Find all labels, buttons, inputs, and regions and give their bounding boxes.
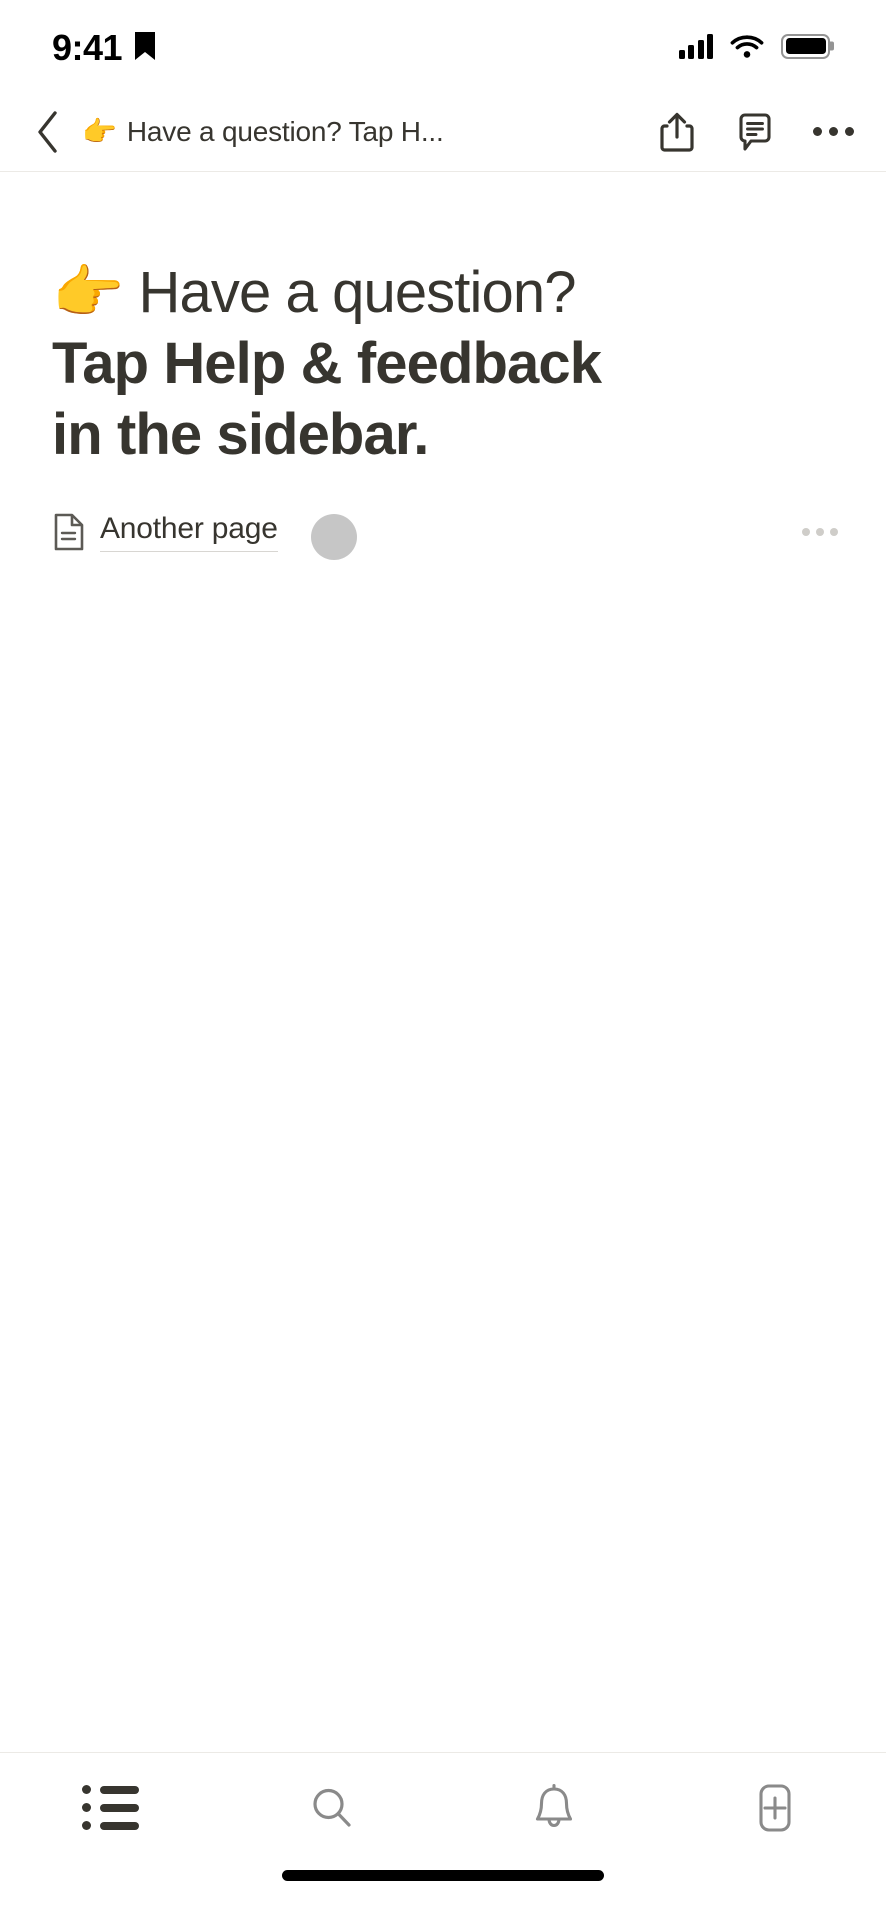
battery-icon: [781, 33, 834, 59]
page-link-label: Another page: [100, 512, 278, 553]
comment-icon: [739, 112, 771, 151]
sidebar-item-home[interactable]: [0, 1753, 222, 1862]
more-options-button[interactable]: [806, 105, 860, 159]
share-button[interactable]: [650, 105, 704, 159]
page-title-emoji-icon: 👉 Have a question?: [52, 260, 576, 325]
tab-bar: [0, 1752, 886, 1862]
notifications-tab[interactable]: [443, 1753, 665, 1862]
home-indicator[interactable]: [282, 1870, 604, 1881]
home-indicator-area: [0, 1862, 886, 1920]
page-title-line-2: Tap Help & feedback: [52, 330, 602, 396]
search-icon: [313, 1788, 351, 1827]
page-content: 👉 Have a question? Tap Help & feedback i…: [0, 172, 886, 1752]
block-more-icon: [802, 528, 810, 537]
page-document-icon: [52, 512, 92, 552]
navigation-bar: 👉 Have a question? Tap H...: [0, 92, 886, 172]
list-item[interactable]: Another page: [52, 506, 838, 558]
new-page-plus-icon: [759, 1783, 791, 1832]
bookmark-icon: [135, 32, 156, 60]
more-options-icon: [812, 127, 854, 136]
nav-actions: [650, 105, 860, 159]
new-page-tab[interactable]: [665, 1753, 886, 1862]
cellular-signal-icon: [678, 33, 713, 59]
comment-button[interactable]: [728, 105, 782, 159]
nav-title-button[interactable]: 👉 Have a question? Tap H...: [82, 116, 636, 148]
phone-screen: 9:41 👉 Have a question? Tap H... 👉 Have …: [0, 0, 886, 1920]
nav-page-title: Have a question? Tap H...: [126, 115, 444, 147]
chevron-left-icon: [38, 110, 57, 153]
list-icon: [82, 1785, 140, 1830]
nav-page-emoji-icon: 👉: [82, 115, 117, 147]
block-more-button[interactable]: [802, 528, 838, 537]
share-icon: [660, 112, 694, 152]
status-bar: 9:41: [0, 0, 886, 92]
status-bar-right: [678, 33, 834, 59]
wifi-icon: [730, 35, 764, 58]
back-button[interactable]: [22, 106, 74, 158]
status-bar-left: 9:41: [52, 26, 156, 66]
status-time: 9:41: [52, 27, 123, 68]
page-title-line-3: in the sidebar.: [52, 401, 429, 467]
bell-icon: [535, 1783, 572, 1827]
search-tab[interactable]: [222, 1753, 444, 1862]
page-title[interactable]: 👉 Have a question? Tap Help & feedback i…: [52, 258, 672, 470]
